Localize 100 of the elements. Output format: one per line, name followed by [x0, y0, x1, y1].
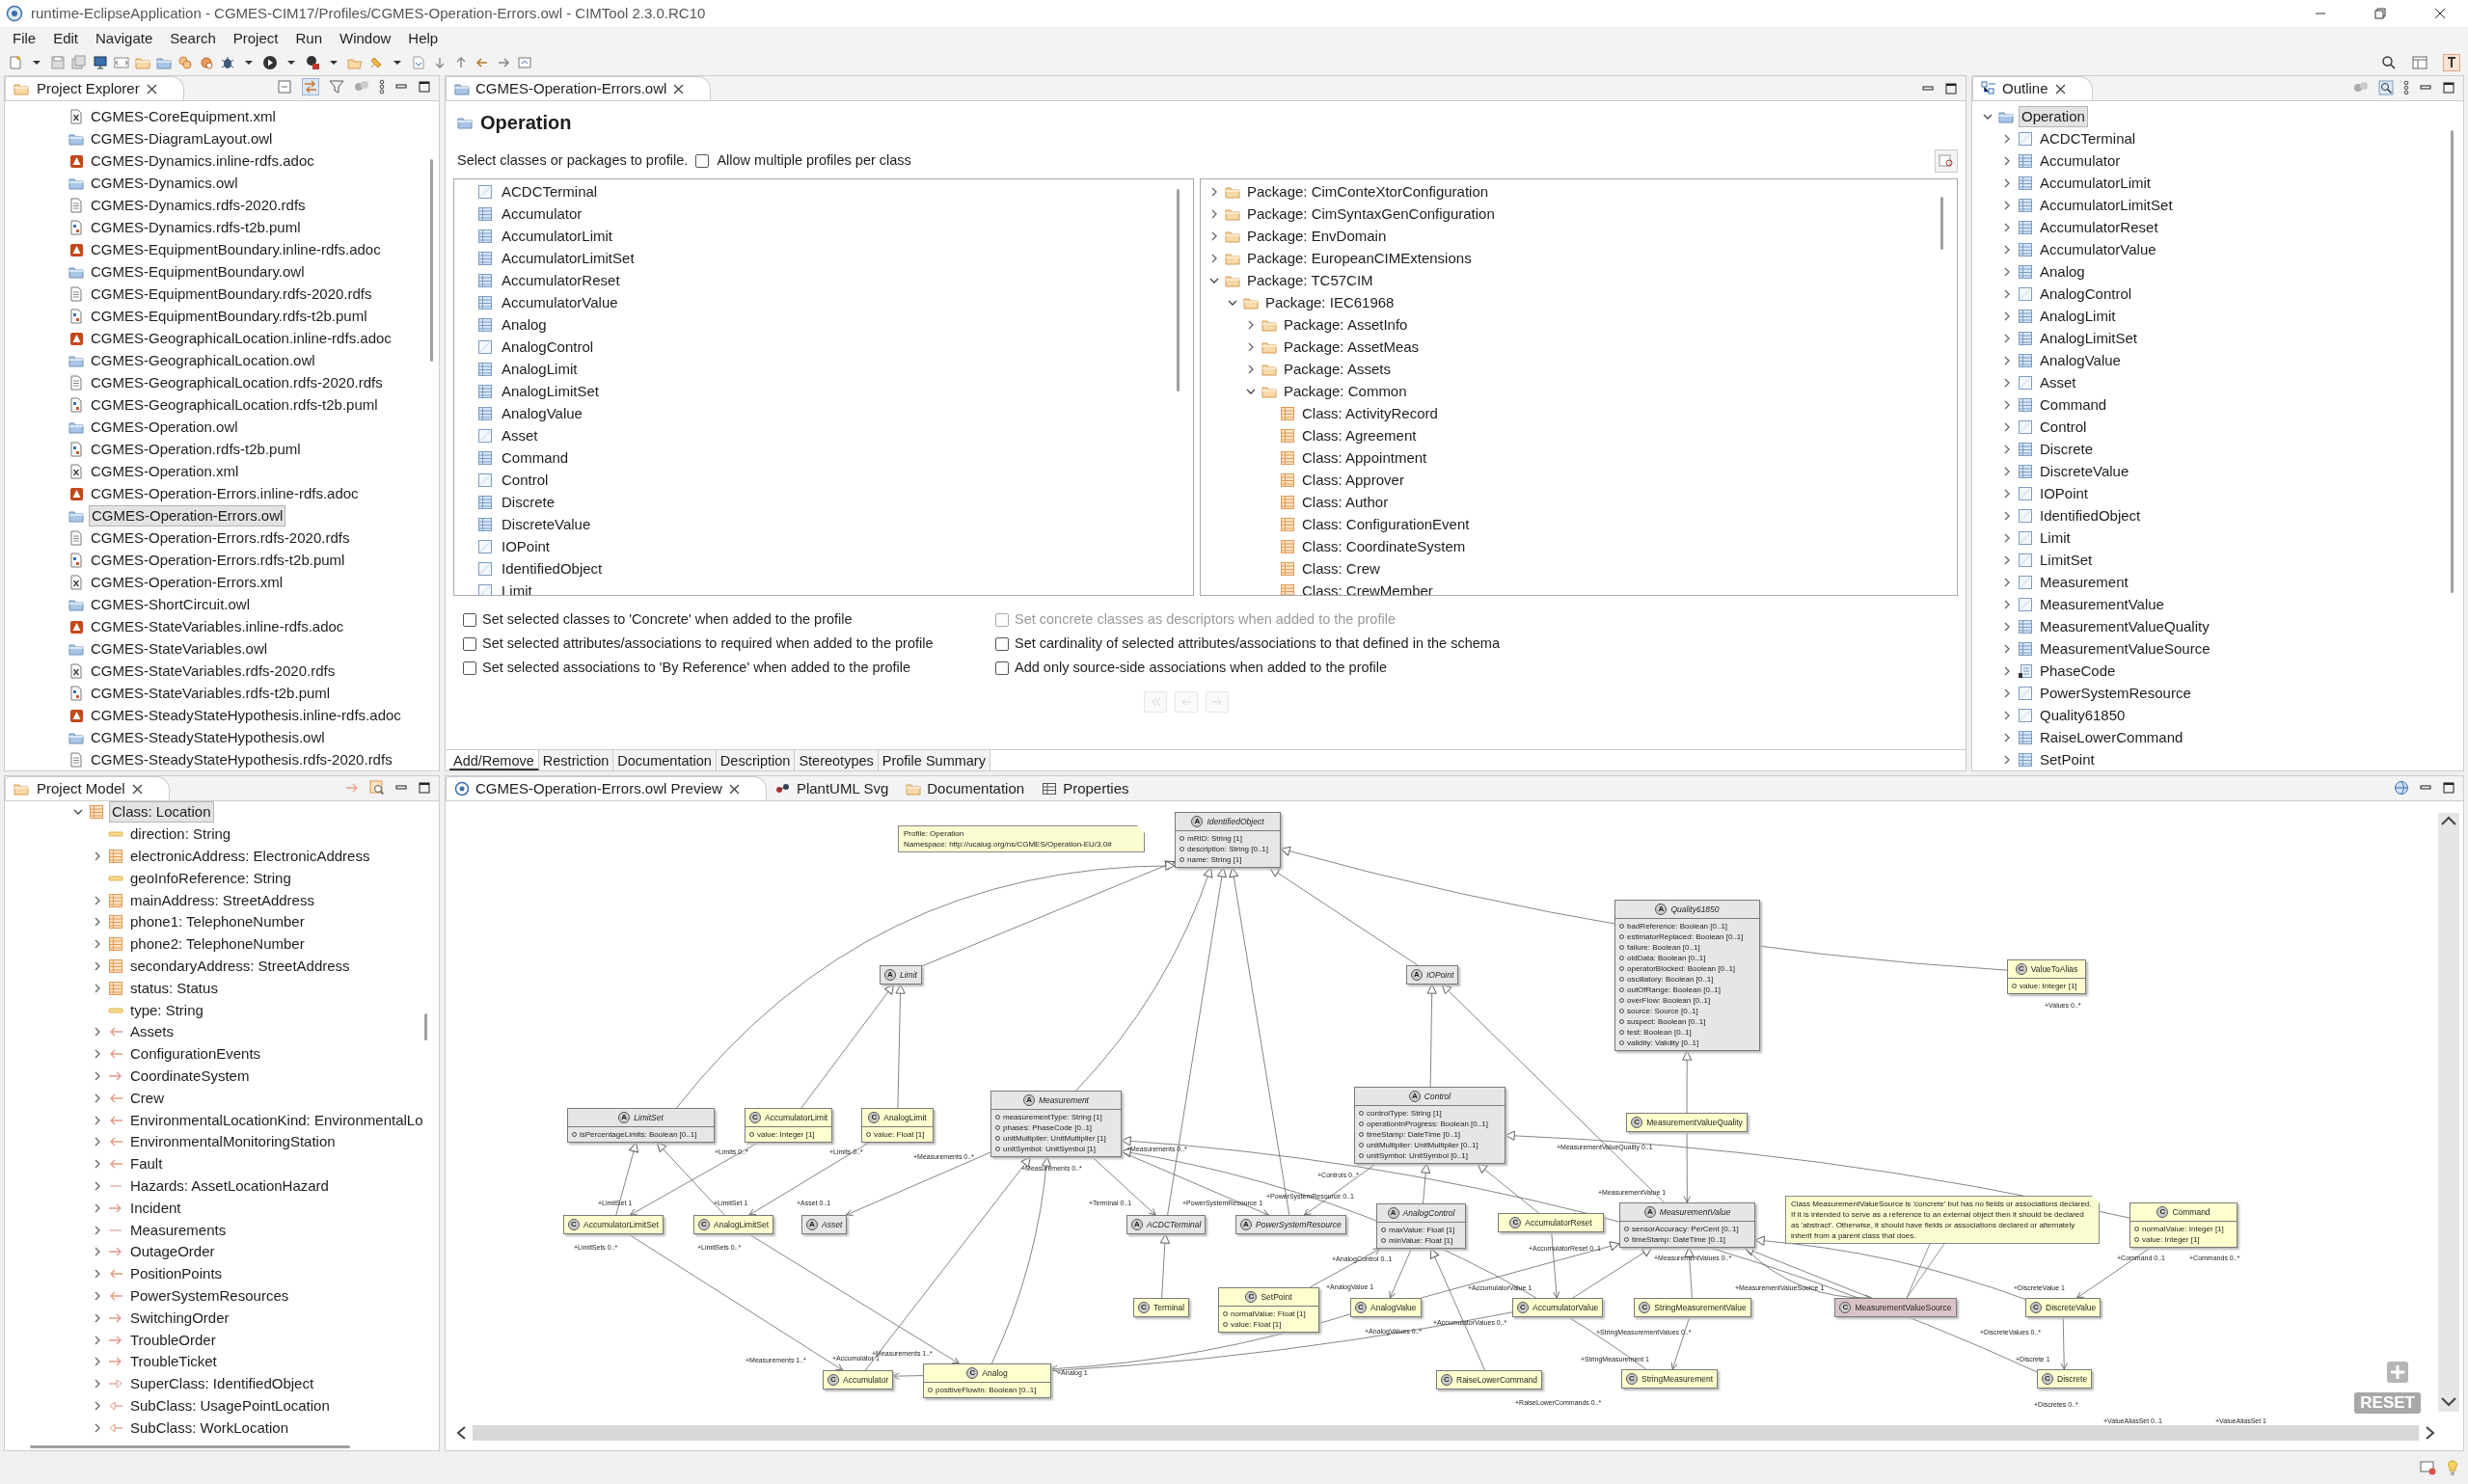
view-tab[interactable]: Project Explorer: [5, 76, 184, 100]
tree-item[interactable]: Accumulator: [2038, 150, 2123, 171]
chevron-right-icon[interactable]: [2002, 688, 2012, 698]
tree-item[interactable]: SetPoint: [2038, 749, 2097, 769]
chevron-right-icon[interactable]: [93, 1269, 102, 1280]
class-box[interactable]: C SetPoint normalValue: Float [1] value: Float [1]: [1218, 1287, 1319, 1333]
tree-item[interactable]: phone1: TelephoneNumber: [128, 912, 307, 932]
chevron-right-icon[interactable]: [1246, 319, 1256, 330]
class-item[interactable]: AnalogControl: [500, 337, 596, 357]
editor-tab[interactable]: Documentation: [613, 750, 717, 770]
maximize-icon[interactable]: [1944, 82, 1958, 95]
editor-tab[interactable]: Add/Remove: [449, 750, 539, 770]
tree-item[interactable]: phone2: TelephoneNumber: [128, 934, 307, 955]
close-icon[interactable]: [2433, 7, 2447, 20]
chevron-right-icon[interactable]: [93, 1159, 102, 1170]
class-item[interactable]: IOPoint: [500, 536, 553, 556]
tree-item[interactable]: AnalogLimit: [2038, 306, 2118, 326]
tree-item[interactable]: IdentifiedObject: [2038, 505, 2143, 526]
explorer-item[interactable]: CGMES-StateVariables.owl: [89, 638, 270, 659]
view-tab[interactable]: CGMES-Operation-Errors.owl Preview: [446, 776, 767, 800]
tree-item[interactable]: Measurements: [128, 1220, 229, 1240]
tree-item[interactable]: AnalogValue: [2038, 350, 2123, 370]
class-item[interactable]: AnalogLimitSet: [500, 381, 601, 401]
search-icon[interactable]: [2378, 80, 2394, 95]
maximize-icon[interactable]: [2442, 81, 2455, 94]
tree-item[interactable]: SwitchingOrder: [128, 1308, 231, 1328]
tree-item[interactable]: Operation: [2019, 105, 2088, 127]
class-box[interactable]: C RaiseLowerCommand: [1436, 1370, 1543, 1390]
tree-item[interactable]: Assets: [128, 1022, 176, 1042]
explorer-item[interactable]: CGMES-SteadyStateHypothesis.rdfs-2020.rdfs: [89, 749, 394, 769]
view-tab[interactable]: Outline: [1972, 76, 2093, 100]
class-item[interactable]: Control: [500, 470, 551, 490]
class-item[interactable]: AnalogLimit: [500, 359, 580, 379]
class-box[interactable]: C ValueToAlias value: Integer [1]: [2007, 959, 2086, 994]
class-box[interactable]: C AnalogLimitSet: [693, 1215, 774, 1234]
explorer-item[interactable]: CGMES-Operation-Errors.rdfs-t2b.puml: [89, 550, 347, 570]
search-icon[interactable]: [369, 780, 385, 796]
tree-item[interactable]: AccumulatorValue: [2038, 239, 2158, 259]
perspective-icon[interactable]: [2443, 54, 2460, 71]
chevron-right-icon[interactable]: [93, 1115, 102, 1125]
chevron-right-icon[interactable]: [1209, 186, 1219, 197]
class-box[interactable]: A PowerSystemResource: [1235, 1215, 1346, 1234]
tree-item[interactable]: Analog: [2038, 261, 2087, 282]
class-item[interactable]: ACDCTerminal: [500, 181, 600, 202]
explorer-item[interactable]: CGMES-Dynamics.inline-rdfs.adoc: [89, 150, 316, 171]
chevron-right-icon[interactable]: [93, 851, 102, 861]
class-item[interactable]: AccumulatorValue: [500, 292, 620, 312]
class-box[interactable]: A IdentifiedObject mRID: String [1] description: String [0..1] name: String [1]: [1175, 812, 1281, 868]
tree-item[interactable]: SubClass: UsagePointLocation: [128, 1395, 332, 1416]
tree-item[interactable]: Limit: [2038, 527, 2073, 548]
chevron-right-icon[interactable]: [93, 1093, 102, 1103]
tree-item[interactable]: Package: CimSyntaxGenConfiguration: [1245, 203, 1497, 224]
view-tab[interactable]: Project Model: [5, 776, 170, 800]
close-icon[interactable]: [145, 82, 158, 95]
tree-item[interactable]: Package: Assets: [1282, 359, 1393, 379]
explorer-item[interactable]: CGMES-GeographicalLocation.rdfs-t2b.puml: [89, 394, 380, 415]
brackets-icon[interactable]: [114, 55, 129, 70]
class-item[interactable]: AnalogValue: [500, 403, 584, 423]
chevron-right-icon[interactable]: [2002, 488, 2012, 499]
explorer-item[interactable]: CGMES-Operation-Errors.owl: [89, 504, 286, 526]
menu-item[interactable]: Edit: [44, 27, 88, 50]
explorer-item[interactable]: CGMES-Operation.owl: [89, 417, 240, 437]
editor-tab[interactable]: Restriction: [538, 750, 614, 770]
chevron-right-icon[interactable]: [2002, 399, 2012, 410]
class-box[interactable]: C AnalogLimit value: Float [1]: [861, 1108, 934, 1143]
class-box[interactable]: C AccumulatorValue: [1512, 1298, 1604, 1317]
error-log-icon[interactable]: [2420, 1460, 2437, 1475]
scrollbar[interactable]: [473, 1425, 2419, 1441]
editor-tab[interactable]: Description: [716, 750, 796, 770]
close-icon[interactable]: [727, 782, 741, 796]
class-box[interactable]: C AccumulatorReset: [1498, 1213, 1604, 1232]
chevron-right-icon[interactable]: [2002, 244, 2012, 255]
tree-item[interactable]: CoordinateSystem: [128, 1066, 252, 1086]
more-icon[interactable]: [2403, 80, 2409, 95]
tree-item[interactable]: IOPoint: [2038, 483, 2091, 503]
class-item[interactable]: IdentifiedObject: [500, 558, 605, 579]
tree-item[interactable]: Class: CrewMember: [1300, 580, 1435, 595]
explorer-item[interactable]: CGMES-Dynamics.rdfs-t2b.puml: [89, 217, 303, 237]
chevron-right-icon[interactable]: [93, 1070, 102, 1081]
tree-item[interactable]: Class: Agreement: [1300, 425, 1419, 445]
editor-tab[interactable]: CGMES-Operation-Errors.owl: [446, 76, 712, 100]
scrollbar-thumb[interactable]: [2451, 130, 2454, 593]
checkbox[interactable]: [995, 661, 1009, 675]
chevron-right-icon[interactable]: [2002, 155, 2012, 166]
menu-item[interactable]: Project: [224, 27, 287, 50]
explorer-item[interactable]: CGMES-GeographicalLocation.owl: [89, 350, 317, 370]
chevron-up-icon[interactable]: [2440, 815, 2457, 826]
tree-item[interactable]: PowerSystemResources: [128, 1285, 291, 1306]
chevron-right-icon[interactable]: [2002, 732, 2012, 742]
maximize-icon[interactable]: [2442, 781, 2455, 795]
tree-item[interactable]: Package: EuropeanCIMExtensions: [1245, 248, 1474, 268]
circles-icon[interactable]: [177, 55, 193, 70]
editor-tab[interactable]: Stereotypes: [795, 750, 879, 770]
tree-item[interactable]: Package: IEC61968: [1263, 292, 1397, 312]
tree-item[interactable]: PhaseCode: [2038, 661, 2118, 681]
tree-item[interactable]: Class: ConfigurationEvent: [1300, 514, 1472, 534]
tree-item[interactable]: MeasurementValueQuality: [2038, 616, 2211, 636]
class-box[interactable]: A Control controlType: String [1] operationInProgress: Boolean [0..1] timeStamp: DateTime [0..1] unitMultiplier: UnitMultiplier [0..1] unitSymbol: UnitSymbol [0..1]: [1354, 1087, 1505, 1164]
chevron-right-icon[interactable]: [2002, 222, 2012, 232]
chevron-right-icon[interactable]: [2002, 621, 2012, 632]
